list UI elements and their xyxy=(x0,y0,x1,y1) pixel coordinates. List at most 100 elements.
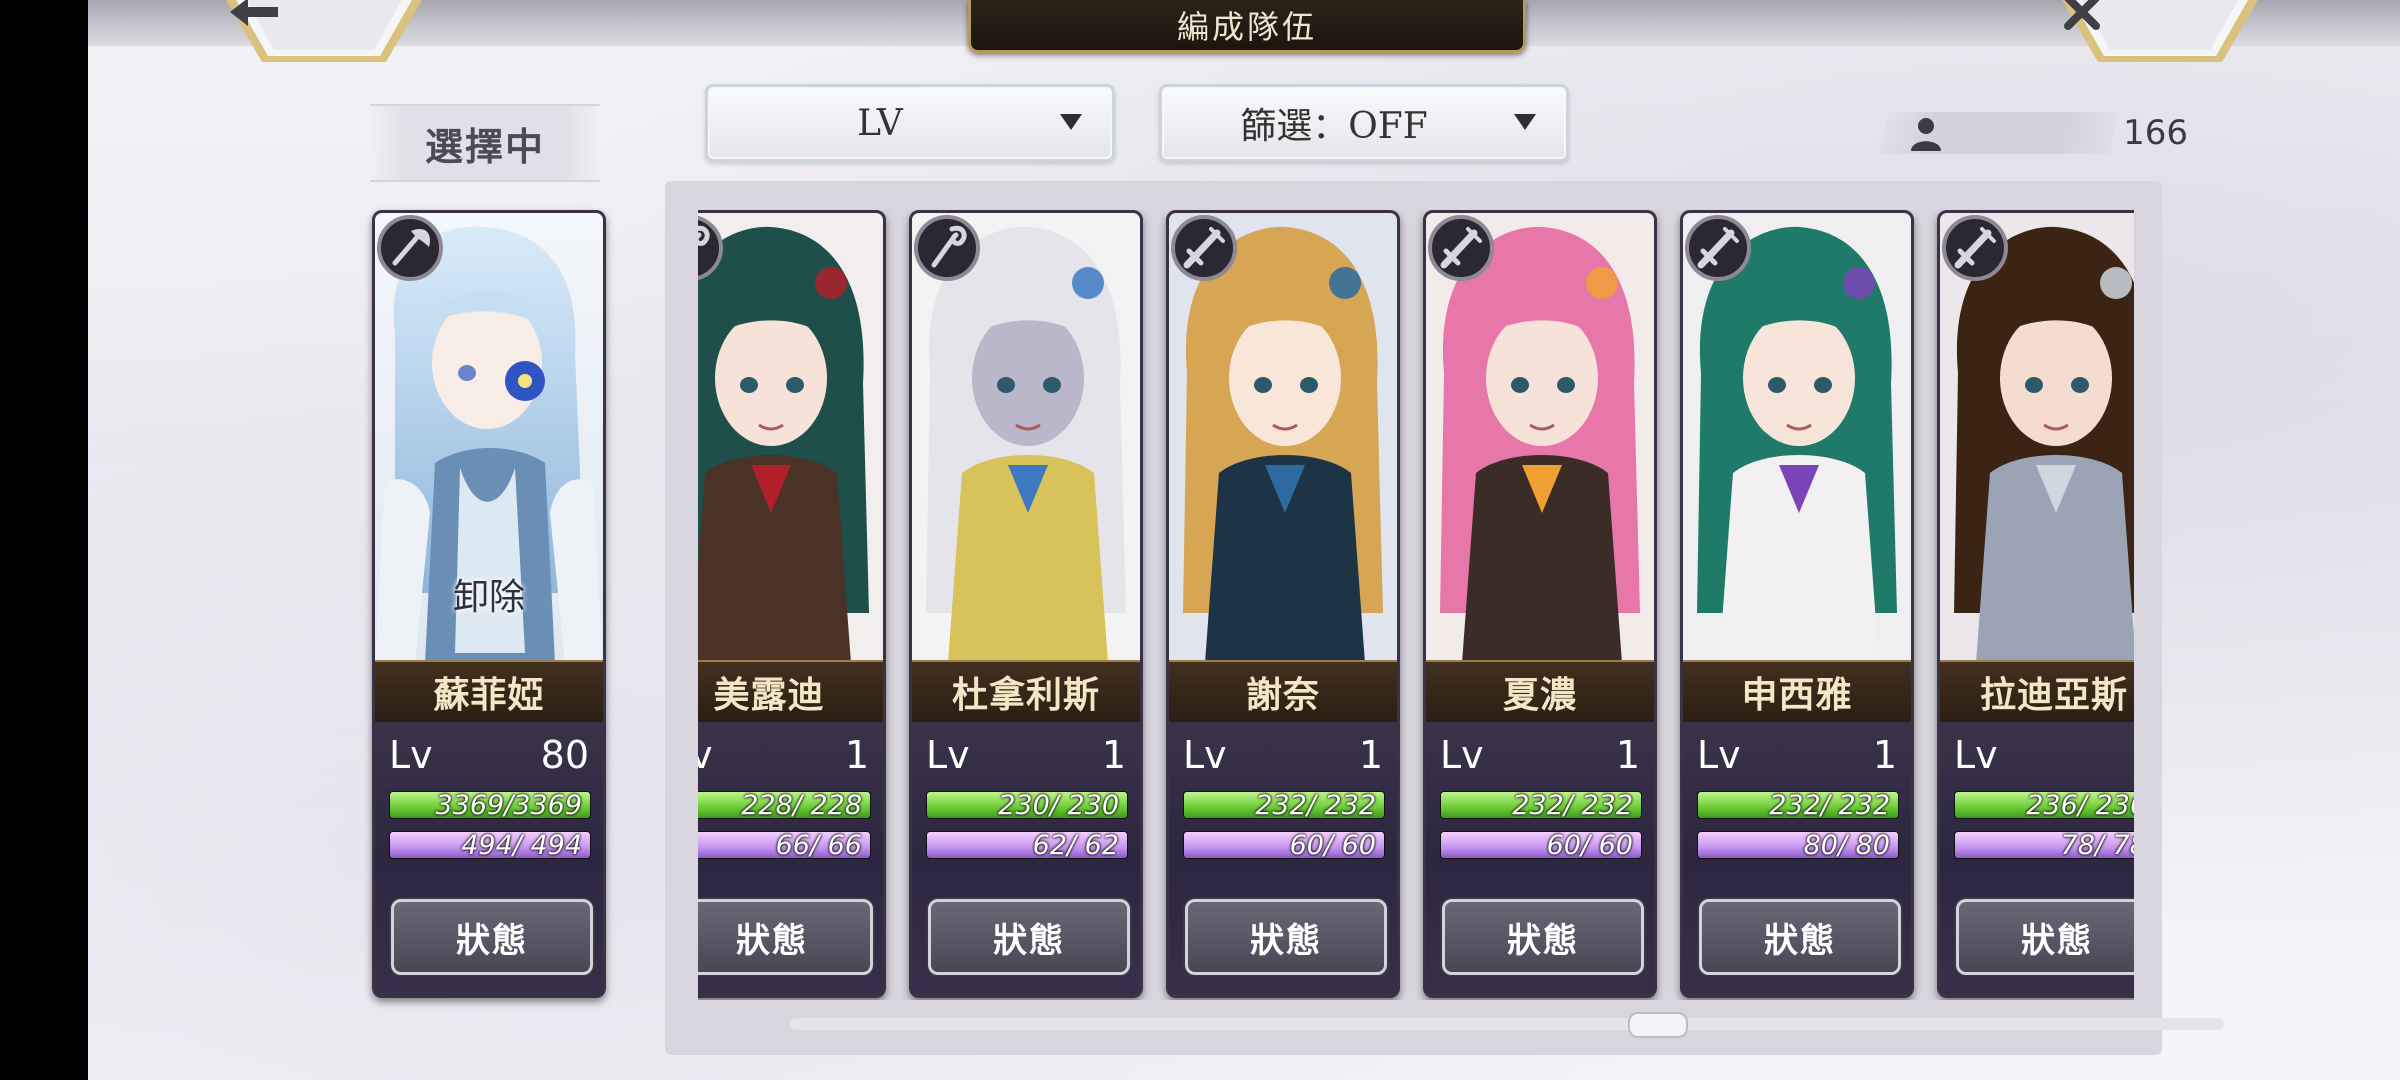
status-button-label: 狀態 xyxy=(993,920,1065,961)
mp-text: 60/ 60 xyxy=(1289,831,1376,859)
level-label: Lv xyxy=(1440,733,1484,777)
hp-text: 236/ 236 xyxy=(2026,791,2134,819)
mp-bar: 60/ 60 xyxy=(1183,831,1385,859)
character-name-bar: 美露迪 xyxy=(698,660,883,724)
mp-text: 78/ 78 xyxy=(2060,831,2134,859)
character-level: Lv 1 xyxy=(1183,733,1383,783)
sword-icon xyxy=(1426,213,1498,285)
character-count-value: 166 xyxy=(2123,113,2188,153)
mp-text: 60/ 60 xyxy=(1546,831,1633,859)
mp-text: 66/ 66 xyxy=(775,831,862,859)
staff-icon xyxy=(698,213,727,285)
horizontal-scrollbar-thumb[interactable] xyxy=(1628,1012,1688,1038)
mp-text: 80/ 80 xyxy=(1803,831,1890,859)
character-name-bar: 夏濃 xyxy=(1426,660,1654,724)
character-name: 申西雅 xyxy=(1741,674,1853,716)
hp-bar: 232/ 232 xyxy=(1440,791,1642,819)
status-button[interactable]: 狀態 xyxy=(391,899,593,975)
hp-bar: 232/ 232 xyxy=(1183,791,1385,819)
mp-bar: 62/ 62 xyxy=(926,831,1128,859)
close-button[interactable] xyxy=(2062,0,2258,66)
level-value: 1 xyxy=(1615,733,1640,777)
selected-section-label: 選擇中 xyxy=(370,104,600,182)
mp-bar: 78/ 78 xyxy=(1954,831,2134,859)
filter-dropdown[interactable]: 篩選：OFF xyxy=(1159,84,1569,162)
character-pool-list[interactable]: 美露迪Lv1228/ 22866/ 66狀態杜拿利斯Lv1230/ 23062/… xyxy=(698,210,2134,1000)
close-x-icon xyxy=(2062,0,2258,62)
character-name-bar: 拉迪亞斯 xyxy=(1940,660,2134,724)
status-button-label: 狀態 xyxy=(736,920,808,961)
character-level: Lv 80 xyxy=(389,733,589,783)
character-name: 杜拿利斯 xyxy=(951,674,1100,716)
pool-character-card[interactable]: 拉迪亞斯 Lv 1 236/ 236 78/ 78 狀態 xyxy=(1937,210,2134,998)
level-value: 1 xyxy=(1358,733,1383,777)
level-value: 1 xyxy=(2130,733,2134,777)
axe-icon xyxy=(375,213,447,285)
status-button-label: 狀態 xyxy=(1507,920,1579,961)
sword-icon xyxy=(1683,213,1755,285)
sort-dropdown-value: LV xyxy=(857,102,903,144)
sword-icon xyxy=(1169,213,1241,285)
mp-bar: 66/ 66 xyxy=(698,831,871,859)
character-level: Lv 1 xyxy=(926,733,1126,783)
selected-label-text: 選擇中 xyxy=(424,123,545,169)
remove-label: 卸除 xyxy=(452,577,525,618)
hp-bar: 228/ 228 xyxy=(698,791,871,819)
hp-bar: 232/ 232 xyxy=(1697,791,1899,819)
screen-title-plate: 編成隊伍 xyxy=(968,0,1526,53)
mp-text: 62/ 62 xyxy=(1032,831,1119,859)
level-label: Lv xyxy=(1697,733,1741,777)
hp-text: 230/ 230 xyxy=(998,791,1119,819)
character-name: 拉迪亞斯 xyxy=(1979,674,2128,716)
status-button[interactable]: 狀態 xyxy=(1442,899,1644,975)
status-button[interactable]: 狀態 xyxy=(1956,899,2134,975)
level-value: 80 xyxy=(540,733,589,777)
level-label: Lv xyxy=(926,733,970,777)
selected-character-card[interactable]: 卸除 蘇菲婭 Lv 80 3369/3369 494/ 494 狀態 xyxy=(372,210,606,998)
chevron-down-icon xyxy=(1060,114,1082,130)
level-label: Lv xyxy=(389,733,433,777)
pool-character-card[interactable]: 謝奈 Lv 1 232/ 232 60/ 60 狀態 xyxy=(1166,210,1400,998)
arrow-left-icon xyxy=(226,0,422,62)
hp-text: 228/ 228 xyxy=(741,791,862,819)
page-title: 編成隊伍 xyxy=(1176,8,1317,46)
hp-text: 232/ 232 xyxy=(1512,791,1633,819)
status-button-label: 狀態 xyxy=(1250,920,1322,961)
character-level: Lv 1 xyxy=(698,733,869,783)
character-name: 夏濃 xyxy=(1502,674,1577,716)
status-button[interactable]: 狀態 xyxy=(1185,899,1387,975)
horizontal-scrollbar-track[interactable] xyxy=(790,1018,2224,1030)
back-button[interactable] xyxy=(226,0,422,66)
character-name: 美露迪 xyxy=(713,674,825,716)
mp-bar: 60/ 60 xyxy=(1440,831,1642,859)
pool-character-card[interactable]: 杜拿利斯 Lv 1 230/ 230 62/ 62 狀態 xyxy=(909,210,1143,998)
hp-text: 3369/3369 xyxy=(435,791,582,819)
staff-icon xyxy=(912,213,984,285)
character-name-bar: 申西雅 xyxy=(1683,660,1911,724)
level-value: 1 xyxy=(1101,733,1126,777)
status-button-label: 狀態 xyxy=(2021,920,2093,961)
character-level: Lv 1 xyxy=(1440,733,1640,783)
level-label: Lv xyxy=(698,733,713,777)
hp-bar: 230/ 230 xyxy=(926,791,1128,819)
chevron-down-icon xyxy=(1514,114,1536,130)
status-button[interactable]: 狀態 xyxy=(1699,899,1901,975)
status-button[interactable]: 狀態 xyxy=(698,899,873,975)
pool-character-card[interactable]: 夏濃 Lv 1 232/ 232 60/ 60 狀態 xyxy=(1423,210,1657,998)
character-name-bar: 謝奈 xyxy=(1169,660,1397,724)
level-value: 1 xyxy=(844,733,869,777)
pool-character-card[interactable]: 申西雅 Lv 1 232/ 232 80/ 80 狀態 xyxy=(1680,210,1914,998)
character-name-bar: 杜拿利斯 xyxy=(912,660,1140,724)
status-button-label: 狀態 xyxy=(1764,920,1836,961)
filter-dropdown-value: 篩選：OFF xyxy=(1240,106,1428,147)
character-level: Lv 1 xyxy=(1697,733,1897,783)
pool-character-card[interactable]: 美露迪Lv 1 228/ 228 66/ 66 狀態 xyxy=(698,210,886,998)
person-icon xyxy=(1906,116,1946,152)
status-button[interactable]: 狀態 xyxy=(928,899,1130,975)
status-button-label: 狀態 xyxy=(456,920,528,961)
character-name-bar: 蘇菲婭 xyxy=(375,660,603,724)
hp-bar: 236/ 236 xyxy=(1954,791,2134,819)
sort-dropdown[interactable]: LV xyxy=(705,84,1115,162)
party-formation-screen: 編成隊伍 選擇中 LV 篩選：OFF 166 卸除 蘇菲婭 Lv 80 3369… xyxy=(88,0,2400,1080)
sword-icon xyxy=(1940,213,2012,285)
